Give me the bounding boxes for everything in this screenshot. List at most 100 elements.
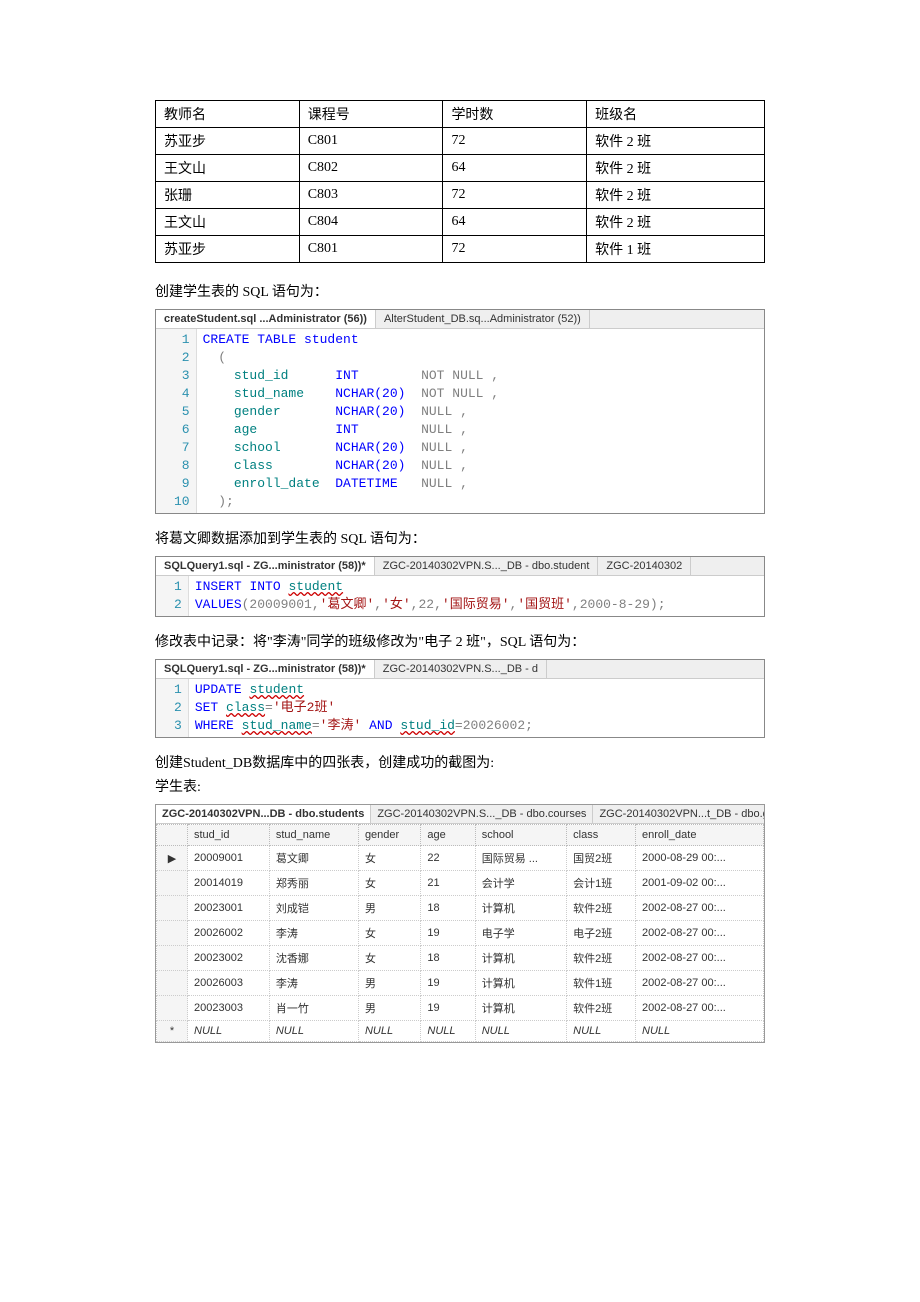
grid-cell[interactable]: 郑秀丽 [269, 871, 358, 896]
grid-cell[interactable]: 18 [421, 946, 475, 971]
line-gutter: 12345678910 [156, 329, 197, 513]
code-area[interactable]: CREATE TABLE student ( stud_id INT NOT N… [197, 329, 764, 513]
grid-cell[interactable]: 计算机 [475, 896, 566, 921]
editor-tab[interactable]: SQLQuery1.sql - ZG...ministrator (58))* [156, 660, 375, 678]
grid-cell[interactable]: 国贸2班 [567, 846, 636, 871]
grid-cell[interactable]: 会计学 [475, 871, 566, 896]
grid-cell[interactable]: 20023003 [188, 996, 270, 1021]
grid-row[interactable]: *NULLNULLNULLNULLNULLNULLNULL [157, 1021, 764, 1042]
grid-cell[interactable]: NULL [421, 1021, 475, 1042]
grid-cell[interactable]: NULL [475, 1021, 566, 1042]
grid-tab[interactable]: ZGC-20140302VPN...DB - dbo.students [156, 805, 371, 823]
editor-tab[interactable]: AlterStudent_DB.sq...Administrator (52)) [376, 310, 590, 328]
grid-row[interactable]: 20023003肖一竹男19计算机软件2班2002-08-27 00:... [157, 996, 764, 1021]
grid-cell[interactable]: 沈香娜 [269, 946, 358, 971]
grid-cell[interactable]: 2002-08-27 00:... [636, 921, 764, 946]
table-cell: 软件 1 班 [587, 236, 765, 263]
table-row: 苏亚步C80172软件 2 班 [156, 128, 765, 155]
grid-row[interactable]: ▶20009001葛文卿女22国际贸易 ...国贸2班2000-08-29 00… [157, 846, 764, 871]
grid-cell[interactable]: 软件2班 [567, 896, 636, 921]
grid-tab[interactable]: ZGC-20140302VPN...t_DB - dbo.grades [593, 805, 764, 823]
row-selector[interactable]: * [157, 1021, 188, 1042]
grid-cell[interactable]: 软件2班 [567, 996, 636, 1021]
grid-cell[interactable]: 女 [358, 871, 420, 896]
grid-row[interactable]: 20026003李涛男19计算机软件1班2002-08-27 00:... [157, 971, 764, 996]
grid-cell[interactable]: 李涛 [269, 971, 358, 996]
grid-cell[interactable]: 22 [421, 846, 475, 871]
grid-cell[interactable]: NULL [188, 1021, 270, 1042]
row-selector[interactable] [157, 871, 188, 896]
row-selector[interactable] [157, 921, 188, 946]
row-selector[interactable] [157, 946, 188, 971]
grid-cell[interactable]: 计算机 [475, 946, 566, 971]
grid-cell[interactable]: NULL [567, 1021, 636, 1042]
grid-column-header[interactable]: stud_name [269, 825, 358, 846]
grid-cell[interactable]: 女 [358, 846, 420, 871]
sql-editor-insert: SQLQuery1.sql - ZG...ministrator (58))*Z… [155, 556, 765, 617]
grid-cell[interactable]: NULL [636, 1021, 764, 1042]
grid-cell[interactable]: 软件2班 [567, 946, 636, 971]
editor-tab[interactable]: createStudent.sql ...Administrator (56)) [156, 310, 376, 328]
grid-cell[interactable]: 肖一竹 [269, 996, 358, 1021]
grid-cell[interactable]: 葛文卿 [269, 846, 358, 871]
table-cell: C803 [299, 182, 443, 209]
table-cell: C802 [299, 155, 443, 182]
editor-tab[interactable]: ZGC-20140302VPN.S..._DB - dbo.student [375, 557, 599, 575]
grid-tab[interactable]: ZGC-20140302VPN.S..._DB - dbo.courses [371, 805, 593, 823]
grid-cell[interactable]: 会计1班 [567, 871, 636, 896]
grid-row[interactable]: 20023001刘成铠男18计算机软件2班2002-08-27 00:... [157, 896, 764, 921]
grid-cell[interactable]: 男 [358, 996, 420, 1021]
grid-cell[interactable]: 2002-08-27 00:... [636, 896, 764, 921]
grid-cell[interactable]: 2000-08-29 00:... [636, 846, 764, 871]
code-area[interactable]: INSERT INTO student VALUES(20009001,'葛文卿… [189, 576, 764, 616]
grid-cell[interactable]: 男 [358, 896, 420, 921]
grid-column-header[interactable]: class [567, 825, 636, 846]
row-selector[interactable] [157, 896, 188, 921]
editor-tab[interactable]: SQLQuery1.sql - ZG...ministrator (58))* [156, 557, 375, 575]
row-selector[interactable] [157, 996, 188, 1021]
grid-cell[interactable]: 2001-09-02 00:... [636, 871, 764, 896]
grid-cell[interactable]: 19 [421, 971, 475, 996]
grid-cell[interactable]: 电子2班 [567, 921, 636, 946]
grid-column-header[interactable]: enroll_date [636, 825, 764, 846]
grid-cell[interactable]: 18 [421, 896, 475, 921]
grid-cell[interactable]: 计算机 [475, 996, 566, 1021]
grid-row[interactable]: 20026002李涛女19电子学电子2班2002-08-27 00:... [157, 921, 764, 946]
grid-cell[interactable]: 李涛 [269, 921, 358, 946]
grid-cell[interactable]: 21 [421, 871, 475, 896]
grid-column-header[interactable]: school [475, 825, 566, 846]
row-selector[interactable] [157, 971, 188, 996]
grid-cell[interactable]: 20009001 [188, 846, 270, 871]
grid-cell[interactable]: 20023001 [188, 896, 270, 921]
grid-cell[interactable]: 女 [358, 921, 420, 946]
editor-tab[interactable]: ZGC-20140302VPN.S..._DB - d [375, 660, 547, 678]
grid-cell[interactable]: 19 [421, 996, 475, 1021]
grid-cell[interactable]: 计算机 [475, 971, 566, 996]
grid-cell[interactable]: 男 [358, 971, 420, 996]
grid-cell[interactable]: 20026003 [188, 971, 270, 996]
grid-cell[interactable]: 国际贸易 ... [475, 846, 566, 871]
grid-cell[interactable]: 2002-08-27 00:... [636, 946, 764, 971]
code-area[interactable]: UPDATE student SET class='电子2班' WHERE st… [189, 679, 764, 737]
grid-cell[interactable]: 软件1班 [567, 971, 636, 996]
grid-cell[interactable]: 20026002 [188, 921, 270, 946]
grid-column-header[interactable]: stud_id [188, 825, 270, 846]
grid-cell[interactable]: 2002-08-27 00:... [636, 996, 764, 1021]
grid-row[interactable]: 20023002沈香娜女18计算机软件2班2002-08-27 00:... [157, 946, 764, 971]
grid-cell[interactable]: 2002-08-27 00:... [636, 971, 764, 996]
grid-cell[interactable]: 电子学 [475, 921, 566, 946]
editor-tab[interactable]: ZGC-20140302 [598, 557, 691, 575]
grid-column-header[interactable]: gender [358, 825, 420, 846]
grid-cell[interactable]: 刘成铠 [269, 896, 358, 921]
col-hours: 学时数 [443, 101, 587, 128]
grid-cell[interactable]: 20023002 [188, 946, 270, 971]
row-selector[interactable]: ▶ [157, 846, 188, 871]
grid-cell[interactable]: 19 [421, 921, 475, 946]
grid-cell[interactable]: NULL [269, 1021, 358, 1042]
grid-row[interactable]: 20014019郑秀丽女21会计学会计1班2001-09-02 00:... [157, 871, 764, 896]
grid-cell[interactable]: 女 [358, 946, 420, 971]
grid-cell[interactable]: NULL [358, 1021, 420, 1042]
grid-column-header[interactable]: age [421, 825, 475, 846]
grid-cell[interactable]: 20014019 [188, 871, 270, 896]
table-cell: 张珊 [156, 182, 300, 209]
